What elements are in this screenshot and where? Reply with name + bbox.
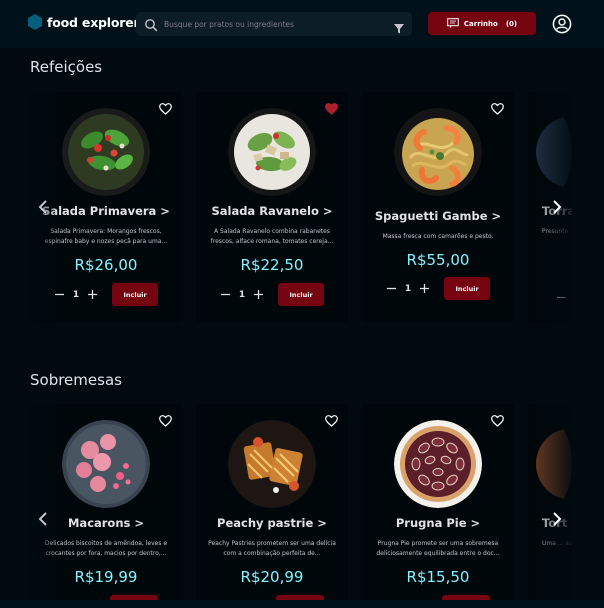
include-button[interactable]: Incluir (278, 283, 325, 306)
cart-count: (0) (505, 19, 518, 28)
dish-card[interactable]: Salada Primavera > Salada Primavera: Mor… (30, 92, 182, 322)
dish-price: R$26,00 (74, 256, 138, 274)
dish-name[interactable]: Salada Ravanelo > (196, 204, 348, 218)
section-title-meals: Refeições (30, 58, 103, 76)
dish-card[interactable]: Tort Uma ... suculen (528, 404, 572, 600)
salad-dish-image[interactable] (228, 108, 316, 196)
dish-description: Salada Primavera: Morangos frescos, espi… (44, 228, 168, 245)
minus-icon[interactable] (54, 289, 66, 301)
plus-icon[interactable] (86, 289, 98, 301)
heart-outline-icon[interactable] (325, 412, 338, 427)
order-controls: 1 Incluir (30, 283, 182, 306)
dish-name[interactable]: Spaguetti Gambe > (362, 209, 514, 223)
dish-name[interactable]: Peachy pastrie > (196, 516, 348, 530)
heart-filled-icon[interactable] (325, 100, 338, 115)
chevron-right-icon[interactable] (550, 510, 564, 528)
heart-outline-icon[interactable] (159, 412, 172, 427)
dish-image[interactable] (528, 108, 572, 196)
dish-description: Massa fresca com camarões e pesto. (382, 233, 494, 240)
minus-icon[interactable] (220, 289, 232, 301)
dish-price: R$20,99 (240, 568, 304, 586)
dish-card[interactable]: Spaguetti Gambe > Massa fresca com camar… (362, 92, 514, 322)
search-bar[interactable] (136, 12, 412, 36)
desserts-carousel: Macarons > Delicados biscoitos de amêndo… (30, 404, 572, 600)
dish-card[interactable]: Prugna Pie > Prugna Pie promete ser uma … (362, 404, 514, 600)
dish-price: R$22,50 (240, 256, 304, 274)
order-controls: 1 Incluir (196, 283, 348, 306)
include-button[interactable]: Incluir (112, 283, 159, 306)
quantity-value: 1 (72, 289, 80, 300)
minus-icon[interactable] (556, 288, 567, 307)
quantity-value: 1 (238, 289, 246, 300)
dish-name[interactable]: Prugna Pie > (362, 516, 514, 530)
search-icon (144, 17, 158, 32)
dish-description: Delicados biscoitos de amêndoa, leves e … (44, 540, 168, 557)
chevron-left-icon[interactable] (36, 510, 50, 528)
dish-card[interactable]: Peachy pastrie > Peachy Pastries promete… (196, 404, 348, 600)
logo-text: food explorer (47, 14, 140, 30)
quantity-stepper: 1 (54, 289, 98, 301)
meals-carousel: Salada Primavera > Salada Primavera: Mor… (30, 92, 572, 322)
pastry-dish-image[interactable] (228, 420, 316, 508)
dish-name[interactable]: Salada Primavera > (30, 204, 182, 218)
search-input[interactable] (164, 19, 394, 29)
logo[interactable]: food explorer (28, 14, 140, 30)
plus-icon[interactable] (252, 289, 264, 301)
cart-button[interactable]: Carrinho (0) (428, 12, 536, 35)
receipt-icon (447, 17, 459, 30)
page-bottom-edge (0, 600, 604, 608)
quantity-stepper: 1 (220, 289, 264, 301)
dish-card[interactable]: Macarons > Delicados biscoitos de amêndo… (30, 404, 182, 600)
dish-card[interactable]: Salada Ravanelo > A Salada Ravanelo comb… (196, 92, 348, 322)
dish-description: Peachy Pastries prometem ser uma delícia… (208, 540, 336, 557)
dish-image[interactable] (528, 420, 572, 508)
pasta-dish-image[interactable] (394, 108, 482, 196)
include-button[interactable]: Incluir (444, 277, 491, 300)
dish-description: Uma ... suculen (542, 540, 572, 547)
dish-description: Presunto ... co (542, 228, 572, 235)
dish-name[interactable]: Macarons > (30, 516, 182, 530)
user-profile-icon[interactable] (552, 14, 572, 34)
salad-dish-image[interactable] (62, 108, 150, 196)
section-title-desserts: Sobremesas (30, 371, 122, 389)
pie-dish-image[interactable] (394, 420, 482, 508)
quantity-value: 1 (404, 283, 412, 294)
cart-label: Carrinho (463, 19, 498, 28)
quantity-stepper: 1 (386, 283, 430, 295)
heart-outline-icon[interactable] (159, 100, 172, 115)
heart-outline-icon[interactable] (491, 100, 504, 115)
order-controls: 1 Incluir (362, 277, 514, 300)
macarons-dish-image[interactable] (62, 420, 150, 508)
hexagon-logo-icon (28, 14, 42, 30)
filter-icon[interactable] (394, 19, 404, 34)
heart-outline-icon[interactable] (491, 412, 504, 427)
dish-price: R$19,99 (74, 568, 138, 586)
chevron-left-icon[interactable] (36, 198, 50, 216)
chevron-right-icon[interactable] (550, 198, 564, 216)
dish-description: Prugna Pie promete ser uma sobremesa del… (376, 540, 500, 557)
top-bar: food explorer Carrinho (0) (0, 0, 604, 48)
dish-price: R$15,50 (406, 568, 470, 586)
plus-icon[interactable] (418, 283, 430, 295)
dish-price: R$55,00 (406, 251, 470, 269)
dish-description: A Salada Ravanelo combina rabanetes fres… (210, 228, 334, 245)
minus-icon[interactable] (386, 283, 398, 295)
